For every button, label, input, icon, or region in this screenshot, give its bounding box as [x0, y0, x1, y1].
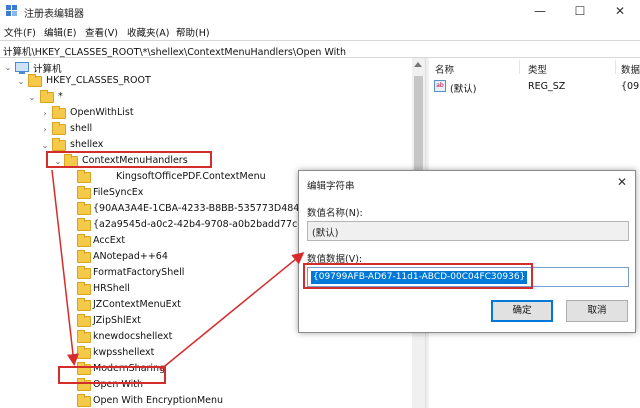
dialog-close-button[interactable]: ✕: [617, 175, 627, 189]
folder-icon: [77, 314, 91, 327]
string-value-icon: ab: [434, 80, 446, 92]
minimize-button[interactable]: —: [520, 0, 560, 22]
title-bar: 注册表编辑器 — ☐ ✕: [0, 0, 640, 22]
folder-icon: [77, 234, 91, 247]
folder-icon: [77, 170, 91, 183]
menu-bar: 文件(F) 编辑(E) 查看(V) 收藏夹(A) 帮助(H): [0, 22, 640, 40]
menu-help[interactable]: 帮助(H): [176, 25, 210, 39]
menu-edit[interactable]: 编辑(E): [44, 25, 76, 39]
cancel-button[interactable]: 取消: [566, 300, 628, 322]
value-name-field: (默认): [307, 221, 629, 241]
column-header-data[interactable]: 数据: [621, 62, 640, 76]
menu-favorites[interactable]: 收藏夹(A): [127, 25, 169, 39]
menu-view[interactable]: 查看(V): [85, 25, 118, 39]
value-name[interactable]: (默认): [450, 81, 476, 95]
folder-icon: [52, 122, 66, 135]
column-separator[interactable]: [615, 60, 616, 74]
highlight-box-open-with: [58, 366, 166, 384]
tree-label: Open With EncryptionMenu: [93, 395, 224, 406]
tree-node-handler[interactable]: kwpsshellext: [0, 346, 410, 362]
column-header-name[interactable]: 名称: [435, 62, 454, 76]
menu-file[interactable]: 文件(F): [4, 25, 36, 39]
tree-label: knewdocshellext: [93, 331, 173, 342]
tree-label: {90AA3A4E-1CBA-4233-B8BB-535773D48449}: [93, 203, 318, 214]
computer-icon: [15, 62, 29, 74]
scroll-up-icon[interactable]: [414, 62, 422, 67]
value-data: {09: [621, 81, 640, 92]
tree-label: shellex: [70, 139, 104, 150]
tree-label: ANotepad++64: [93, 251, 168, 262]
ok-button[interactable]: 确定: [491, 300, 553, 322]
address-bar[interactable]: 计算机\HKEY_CLASSES_ROOT\*\shellex\ContextM…: [0, 40, 640, 58]
collapse-arrow-icon[interactable]: ⌄: [40, 141, 50, 151]
maximize-button[interactable]: ☐: [560, 0, 600, 22]
tree-node-handler[interactable]: Open With EncryptionMenu: [0, 394, 410, 408]
folder-icon: [52, 138, 66, 151]
collapse-arrow-icon[interactable]: ⌄: [16, 77, 26, 87]
folder-icon: [77, 330, 91, 343]
edit-string-dialog: 编辑字符串 ✕ 数值名称(N): (默认) 数值数据(V): {09799AFB…: [298, 170, 636, 333]
collapse-arrow-icon[interactable]: ⌄: [27, 93, 37, 103]
tree-label: {a2a9545d-a0c2-42b4-9708-a0b2badd77c8}: [93, 219, 310, 230]
window-title: 注册表编辑器: [24, 9, 84, 20]
folder-icon: [77, 186, 91, 199]
folder-icon: [77, 298, 91, 311]
tree-label: OpenWithList: [70, 107, 134, 118]
tree-label: shell: [70, 123, 93, 134]
tree-node-openwithlist[interactable]: › OpenWithList: [0, 106, 410, 122]
tree-label: JZContextMenuExt: [93, 299, 181, 310]
tree-label: FileSyncEx: [93, 187, 144, 198]
value-name-label: 数值名称(N):: [307, 208, 363, 219]
column-separator[interactable]: [519, 60, 520, 74]
collapse-arrow-icon[interactable]: ⌄: [3, 63, 13, 73]
value-type: REG_SZ: [528, 81, 566, 92]
value-name-text: (默认): [312, 228, 339, 239]
tree-label: AccExt: [93, 235, 126, 246]
folder-icon: [28, 74, 42, 87]
tree-label: HKEY_CLASSES_ROOT: [46, 75, 151, 86]
close-button[interactable]: ✕: [600, 0, 640, 22]
folder-icon: [77, 282, 91, 295]
tree-label: 计算机: [33, 64, 62, 75]
tree-label: *: [58, 91, 63, 102]
tree-node-hkcr[interactable]: ⌄ HKEY_CLASSES_ROOT: [0, 74, 410, 90]
tree-node-star[interactable]: ⌄ *: [0, 90, 410, 106]
highlight-box-value-data: [303, 263, 533, 289]
tree-label: KingsoftOfficePDF.ContextMenu: [116, 171, 266, 182]
folder-icon: [77, 266, 91, 279]
tree-label: kwpsshellext: [93, 347, 155, 358]
folder-icon: [52, 106, 66, 119]
tree-node-shell[interactable]: › shell: [0, 122, 410, 138]
folder-icon: [77, 394, 91, 407]
folder-icon: [77, 218, 91, 231]
folder-icon: [77, 202, 91, 215]
expand-arrow-icon[interactable]: ›: [40, 125, 50, 135]
tree-label: HRShell: [93, 283, 130, 294]
highlight-box-contextmenuhandlers: [46, 151, 212, 168]
dialog-title: 编辑字符串: [307, 181, 355, 192]
expand-arrow-icon[interactable]: ›: [40, 109, 50, 119]
folder-icon: [40, 90, 54, 103]
column-header-type[interactable]: 类型: [528, 62, 547, 76]
folder-icon: [77, 250, 91, 263]
regedit-app-icon: [6, 5, 17, 16]
tree-label: JZipShlExt: [93, 315, 142, 326]
address-path: 计算机\HKEY_CLASSES_ROOT\*\shellex\ContextM…: [3, 47, 347, 58]
tree-label: FormatFactoryShell: [93, 267, 185, 278]
folder-icon: [77, 346, 91, 359]
